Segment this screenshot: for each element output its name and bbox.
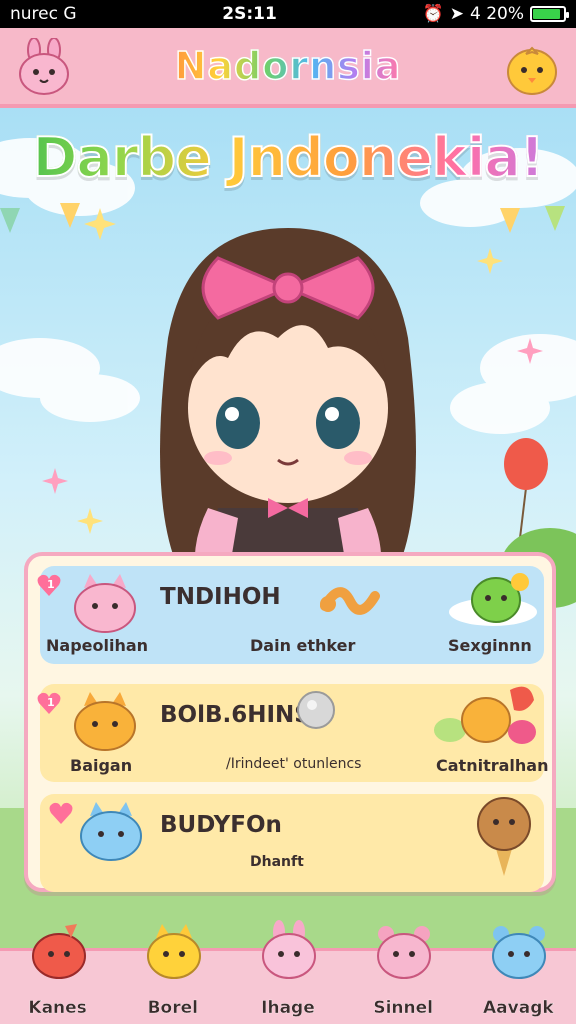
cat-friends-icon (434, 686, 536, 744)
menu-row[interactable]: 1 BOlB.6HINS Baigan /Irindeet' otunlencs… (37, 684, 548, 782)
menu-panel: 1 TNDIHOH Napeolihan Dain ethker Sexginn… (24, 552, 556, 892)
badge-count: 1 (47, 696, 55, 709)
pink-bunny-icon[interactable] (14, 38, 74, 98)
row-label-mid: Dhanft (250, 854, 304, 870)
row-label-right: Sexginnn (448, 636, 532, 655)
silver-coin-icon[interactable] (296, 690, 336, 730)
yellow-chick-icon[interactable] (502, 38, 562, 98)
menu-row[interactable]: BUDYFOn Dhanft (40, 794, 544, 892)
nav-label: Aavagk (483, 998, 554, 1018)
row-label-mid: Dain ethker (250, 636, 356, 655)
clock: 2S:11 (222, 4, 277, 24)
bottom-nav: Kanes Borel Ihage Sinnel Aavagk (0, 920, 576, 1024)
badge-count: 1 (47, 578, 55, 591)
row-title: TNDIHOH (160, 584, 281, 610)
battery-percent: 4 20% (469, 4, 524, 24)
heart-badge-icon: 1 (37, 574, 61, 596)
red-cat-icon[interactable] (29, 920, 89, 980)
nav-item-aavagk[interactable]: Aavagk (463, 926, 573, 1024)
nav-item-ihage[interactable]: Ihage (233, 920, 343, 1024)
row-title: BUDYFOn (160, 812, 282, 838)
heart-icon (49, 802, 73, 824)
app-header: Nadornsia (0, 28, 576, 108)
nav-item-sinnel[interactable]: Sinnel (348, 926, 458, 1024)
carrier-label: nurec G (10, 4, 77, 24)
cookie-ice-cream-icon (477, 797, 531, 876)
row-label-right: Catnitralhan (436, 756, 549, 775)
row-title: BOlB.6HINS (160, 702, 311, 728)
row-label-left: Napeolihan (46, 636, 149, 655)
blue-cat-icon (80, 802, 142, 861)
heart-badge-icon: 1 (37, 692, 61, 714)
green-blob-icon (449, 573, 537, 626)
pink-cat-icon (74, 574, 136, 633)
blue-bear-icon[interactable] (489, 920, 549, 980)
nav-item-kanes[interactable]: Kanes (3, 924, 113, 1024)
menu-row[interactable]: 1 TNDIHOH Napeolihan Dain ethker Sexginn… (37, 566, 544, 664)
game-scene: Darbe Jndonekia! 1 TNDIHOH Napeolihan Da… (0, 108, 576, 948)
nav-label: Kanes (28, 998, 87, 1018)
battery-level (533, 9, 560, 19)
pink-bunny-icon[interactable] (259, 920, 319, 980)
location-arrow-icon: ➤ (449, 4, 464, 24)
status-icons: ⏰ ➤ 4 20% (422, 4, 569, 24)
nav-label: Borel (147, 998, 198, 1018)
alarm-icon: ⏰ (422, 4, 444, 24)
row-label-left: Baigan (70, 756, 133, 775)
row-label-mid: /Irindeet' otunlencs (226, 756, 362, 772)
status-bar: nurec G 2S:11 ⏰ ➤ 4 20% (0, 0, 576, 28)
nav-label: Ihage (261, 998, 315, 1018)
chibi-girl-character[interactable] (108, 168, 468, 618)
yellow-cat-icon[interactable] (144, 920, 204, 980)
pink-bear-icon[interactable] (374, 920, 434, 980)
dragon-icon (320, 587, 380, 615)
nav-label: Sinnel (373, 998, 433, 1018)
nav-item-borel[interactable]: Borel (118, 924, 228, 1024)
battery-icon (530, 6, 569, 22)
app-title: Nadornsia (174, 43, 402, 89)
orange-cat-icon (74, 692, 136, 751)
